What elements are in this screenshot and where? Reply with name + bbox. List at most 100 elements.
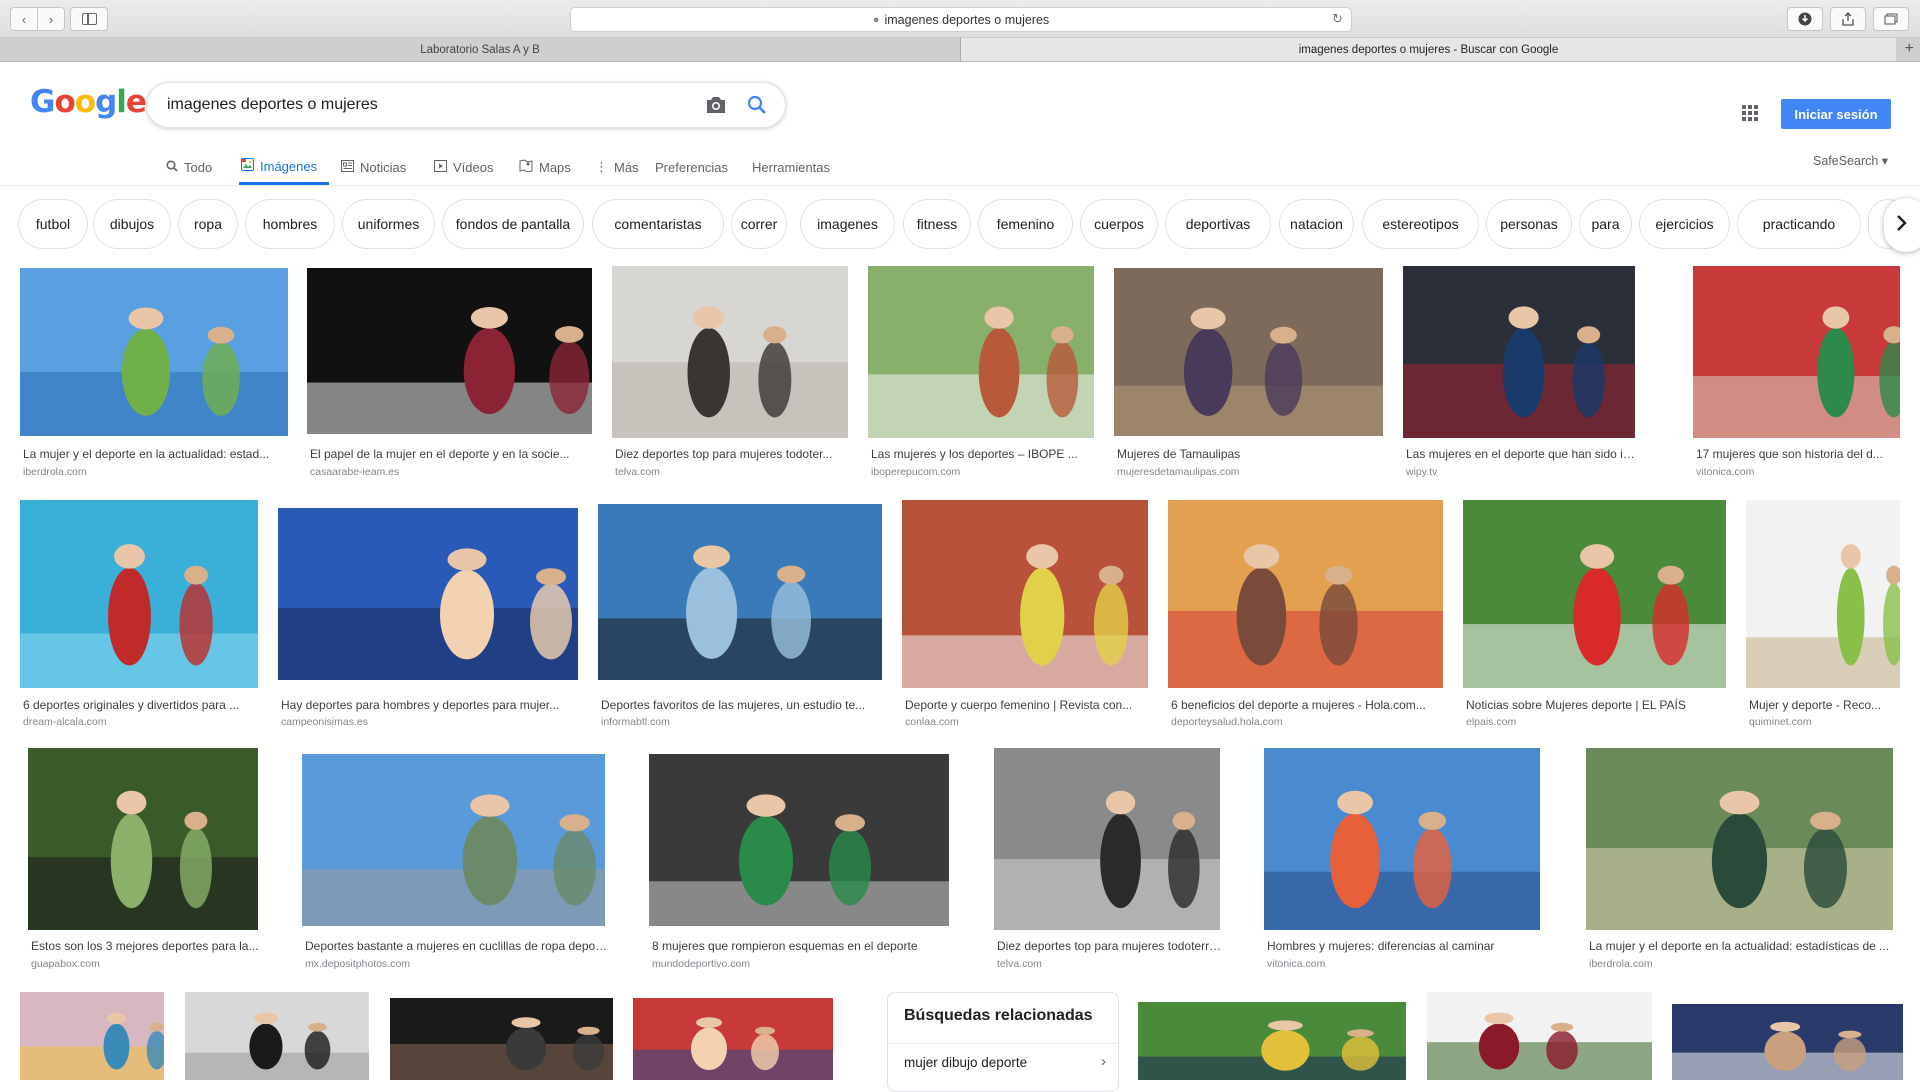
suggestion-chip[interactable]: comentaristas xyxy=(592,199,724,249)
image-thumbnail[interactable] xyxy=(1264,748,1540,930)
image-thumbnail[interactable] xyxy=(1672,1004,1903,1080)
image-thumbnail[interactable] xyxy=(302,754,605,926)
search-input[interactable]: imagenes deportes o mujeres xyxy=(167,96,378,114)
suggestion-chip[interactable]: femenino xyxy=(978,199,1073,249)
image-result-title[interactable]: Las mujeres y los deportes – IBOPE ... xyxy=(871,447,1097,461)
image-result-title[interactable]: 6 deportes originales y divertidos para … xyxy=(23,698,261,712)
image-result-title[interactable]: Hombres y mujeres: diferencias al camina… xyxy=(1267,939,1543,953)
tab-preferences[interactable]: Preferencias xyxy=(655,150,728,184)
suggestion-chip[interactable]: fondos de pantalla xyxy=(442,199,584,249)
suggestion-chip[interactable]: deportivas xyxy=(1165,199,1271,249)
image-result-title[interactable]: Mujeres de Tamaulipas xyxy=(1117,447,1386,461)
suggestion-chip[interactable]: practicando xyxy=(1737,199,1861,249)
image-result-title[interactable]: Las mujeres en el deporte que han sido i… xyxy=(1406,447,1638,461)
related-search-link[interactable]: mujer dibujo deporte xyxy=(904,1055,1027,1070)
image-result-title[interactable]: 6 beneficios del deporte a mujeres - Hol… xyxy=(1171,698,1446,712)
image-thumbnail[interactable] xyxy=(28,748,258,930)
image-result-title[interactable]: Deporte y cuerpo femenino | Revista con.… xyxy=(905,698,1151,712)
browser-tab[interactable]: Laboratorio Salas A y B xyxy=(0,38,961,61)
tab-videos[interactable]: Vídeos xyxy=(434,150,493,184)
suggestion-chip[interactable]: fitness xyxy=(903,199,971,249)
image-thumbnail[interactable] xyxy=(633,998,833,1080)
suggestion-chip[interactable]: ejercicios xyxy=(1639,199,1730,249)
image-thumbnail[interactable] xyxy=(390,998,613,1080)
image-result-title[interactable]: Diez deportes top para mujeres todoter..… xyxy=(615,447,851,461)
suggestion-chip[interactable]: hombres xyxy=(245,199,335,249)
tabs-overview-icon[interactable] xyxy=(1873,7,1909,31)
suggestion-chip[interactable]: dibujos xyxy=(93,199,171,249)
reload-icon[interactable]: ↻ xyxy=(1332,11,1343,27)
image-result-title[interactable]: La mujer y el deporte en la actualidad: … xyxy=(23,447,291,461)
image-thumbnail[interactable] xyxy=(1746,500,1900,688)
image-thumbnail[interactable] xyxy=(1427,992,1652,1080)
apps-grid-icon[interactable] xyxy=(1742,105,1758,121)
image-result-title[interactable]: Noticias sobre Mujeres deporte | EL PAÍS xyxy=(1466,698,1729,712)
image-result-title[interactable]: Hay deportes para hombres y deportes par… xyxy=(281,698,581,712)
image-thumbnail[interactable] xyxy=(1114,268,1383,436)
camera-icon[interactable] xyxy=(705,95,727,120)
search-box[interactable]: imagenes deportes o mujeres xyxy=(146,82,786,128)
sign-in-button[interactable]: Iniciar sesión xyxy=(1781,99,1891,129)
image-thumbnail[interactable] xyxy=(1168,500,1443,688)
tab-images[interactable]: Imágenes xyxy=(239,150,329,185)
back-button[interactable]: ‹ xyxy=(10,7,38,31)
tab-label: Herramientas xyxy=(752,159,831,175)
tab-news[interactable]: Noticias xyxy=(341,150,406,184)
image-thumbnail[interactable] xyxy=(1693,266,1900,438)
image-result-title[interactable]: 8 mujeres que rompieron esquemas en el d… xyxy=(652,939,952,953)
forward-button[interactable]: › xyxy=(38,7,65,31)
image-thumbnail[interactable] xyxy=(902,500,1148,688)
image-result-title[interactable]: Diez deportes top para mujeres todoterre… xyxy=(997,939,1223,953)
image-result-title[interactable]: El papel de la mujer en el deporte y en … xyxy=(310,447,595,461)
image-thumbnail[interactable] xyxy=(1403,266,1635,438)
suggestion-chip[interactable]: imagenes xyxy=(800,199,895,249)
google-logo[interactable]: Google xyxy=(30,84,147,120)
image-result-source: wipy.tv xyxy=(1406,466,1438,478)
tab-more[interactable]: ⋮ Más xyxy=(595,150,639,184)
image-thumbnail[interactable] xyxy=(185,992,369,1080)
share-icon[interactable] xyxy=(1830,7,1866,31)
image-thumbnail[interactable] xyxy=(307,268,592,434)
image-thumbnail[interactable] xyxy=(278,508,578,680)
image-result-title[interactable]: Mujer y deporte - Reco... xyxy=(1749,698,1903,712)
image-thumbnail[interactable] xyxy=(1138,1002,1406,1080)
image-result-title[interactable]: Deportes bastante a mujeres en cuclillas… xyxy=(305,939,608,953)
tab-todo[interactable]: Todo xyxy=(166,150,212,184)
address-bar[interactable]: ● imagenes deportes o mujeres ↻ xyxy=(570,7,1352,32)
sidebar-toggle-icon[interactable] xyxy=(70,7,108,31)
suggestion-chip[interactable]: ropa xyxy=(178,199,238,249)
search-icon[interactable] xyxy=(747,95,767,120)
image-result-title[interactable]: La mujer y el deporte en la actualidad: … xyxy=(1589,939,1896,953)
suggestion-chip[interactable]: cuerpos xyxy=(1080,199,1158,249)
download-icon[interactable] xyxy=(1787,7,1823,31)
suggestion-chip[interactable]: uniformes xyxy=(342,199,435,249)
suggestion-chip[interactable]: estereotipos xyxy=(1362,199,1479,249)
chips-next-button[interactable] xyxy=(1884,198,1920,252)
image-thumbnail[interactable] xyxy=(868,266,1094,438)
image-thumbnail[interactable] xyxy=(20,500,258,688)
image-thumbnail[interactable] xyxy=(649,754,949,926)
image-result-source: quiminet.com xyxy=(1749,716,1812,728)
new-tab-button[interactable]: + xyxy=(1905,40,1914,58)
image-thumbnail[interactable] xyxy=(1463,500,1726,688)
image-result-title[interactable]: Estos son los 3 mejores deportes para la… xyxy=(31,939,261,953)
suggestion-chip[interactable]: futbol xyxy=(18,199,88,249)
image-result-source: telva.com xyxy=(615,466,660,478)
suggestion-chip[interactable]: para xyxy=(1579,199,1632,249)
image-thumbnail[interactable] xyxy=(20,992,164,1080)
image-result-source: iberdrola.com xyxy=(1589,958,1653,970)
tab-tools[interactable]: Herramientas xyxy=(752,150,830,184)
image-result-title[interactable]: Deportes favoritos de las mujeres, un es… xyxy=(601,698,885,712)
image-thumbnail[interactable] xyxy=(612,266,848,438)
browser-tab-active[interactable]: imagenes deportes o mujeres - Buscar con… xyxy=(961,38,1896,61)
image-result-title[interactable]: 17 mujeres que son historia del d... xyxy=(1696,447,1903,461)
image-thumbnail[interactable] xyxy=(20,268,288,436)
tab-maps[interactable]: Maps xyxy=(519,150,571,184)
suggestion-chip[interactable]: natacion xyxy=(1279,199,1354,249)
suggestion-chip[interactable]: correr xyxy=(731,199,787,249)
safesearch-menu[interactable]: SafeSearch ▾ xyxy=(1813,153,1888,168)
suggestion-chip[interactable]: personas xyxy=(1486,199,1572,249)
image-thumbnail[interactable] xyxy=(1586,748,1893,930)
image-thumbnail[interactable] xyxy=(994,748,1220,930)
image-thumbnail[interactable] xyxy=(598,504,882,680)
